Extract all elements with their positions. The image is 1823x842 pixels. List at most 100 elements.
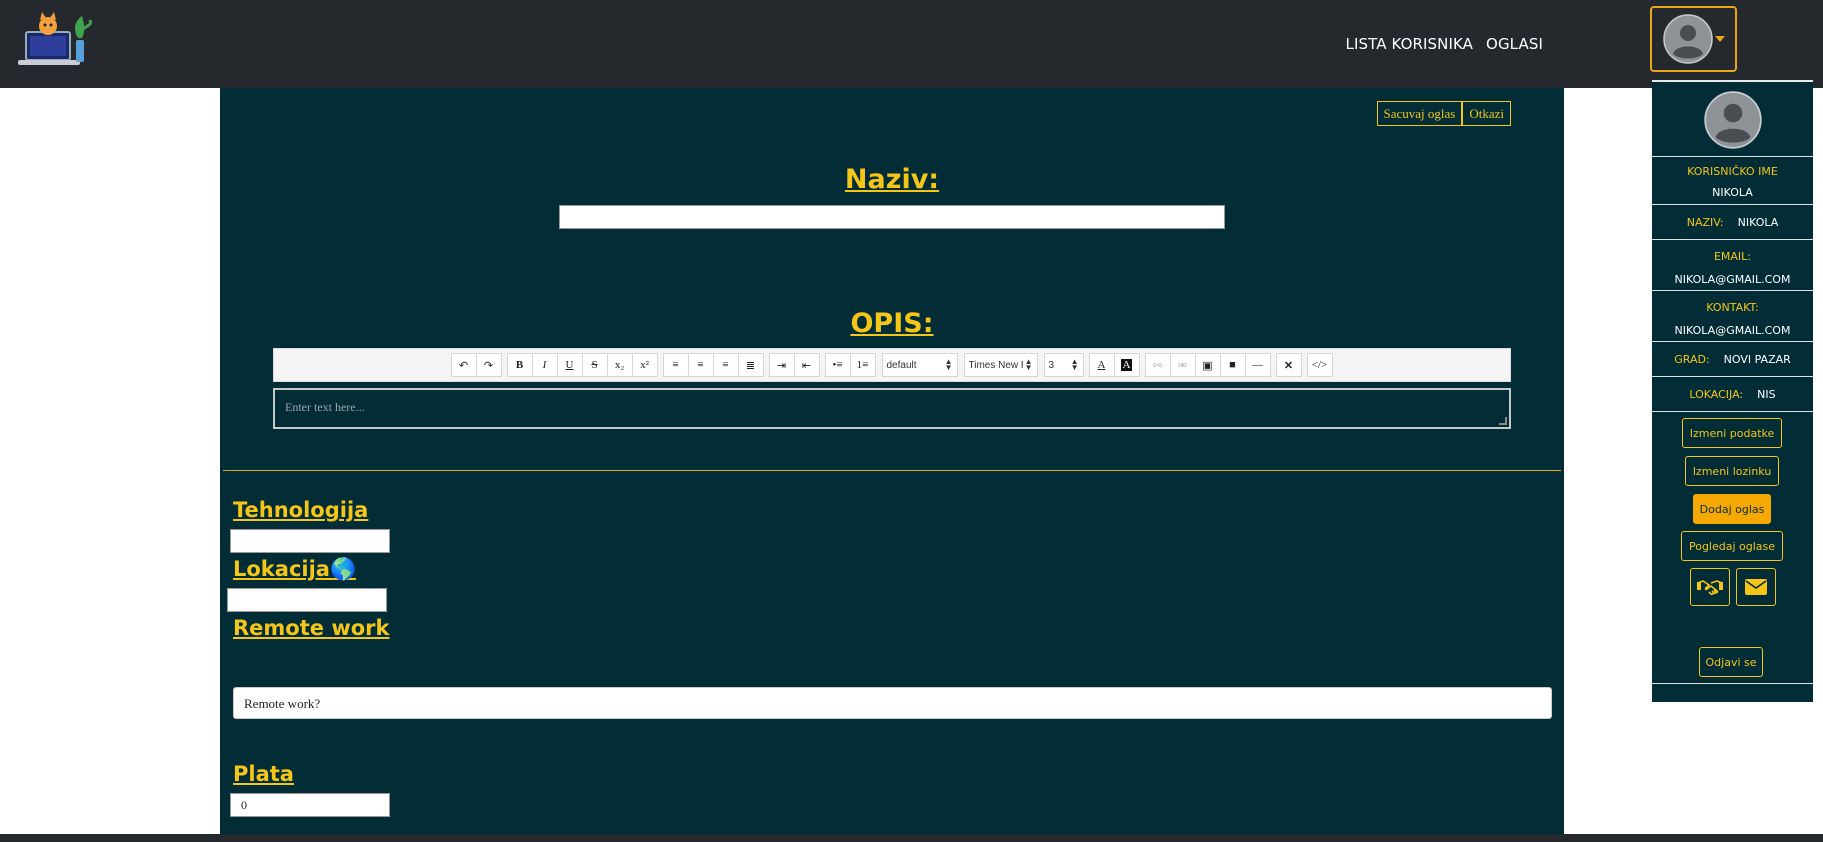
lokacija-heading: Lokacija🌎 <box>233 557 357 581</box>
grad-value: NOVI PAZAR <box>1723 352 1791 366</box>
profile-dropdown-toggle[interactable] <box>1650 6 1737 72</box>
rich-text-toolbar: ↶ ↷ B I U S x₂ x² ≡ ≡ ≡ ≣ ⇥ ⇤ •≡ 1≡ defa… <box>273 348 1511 382</box>
horizontal-rule-icon[interactable]: — <box>1244 353 1271 377</box>
top-navbar: LISTA KORISNIKA OGLASI <box>0 0 1823 88</box>
bottom-bar <box>0 834 1823 842</box>
lokacija-value: NIS <box>1757 387 1776 401</box>
message-button[interactable] <box>1736 568 1776 606</box>
profile-username-row: KORISNIČKO IME NIKOLA <box>1652 156 1813 204</box>
toolbar-list-group: •≡ 1≡ <box>824 353 876 377</box>
nav-links: LISTA KORISNIKA OGLASI <box>1346 35 1543 53</box>
handshake-icon <box>1697 580 1723 596</box>
description-editor[interactable]: Enter text here... <box>273 388 1511 429</box>
toolbar-code-group: </> <box>1306 353 1333 377</box>
undo-icon[interactable]: ↶ <box>450 353 477 377</box>
size-select-value: 3 <box>1048 359 1055 371</box>
link-icon[interactable]: ⚯ <box>1144 353 1171 377</box>
handshake-button[interactable] <box>1690 568 1730 606</box>
redo-icon[interactable]: ↷ <box>475 353 502 377</box>
subscript-icon[interactable]: x₂ <box>606 353 633 377</box>
toolbar-align-group: ≡ ≡ ≡ ≣ <box>662 353 764 377</box>
nav-link-oglasi[interactable]: OGLASI <box>1486 35 1543 53</box>
image-icon[interactable]: ▣ <box>1194 353 1221 377</box>
section-divider <box>223 470 1561 471</box>
toolbar-insert-group: ⚯ ⚮ ▣ ■ — <box>1144 353 1271 377</box>
indent-icon[interactable]: ⇥ <box>768 353 795 377</box>
username-value: NIKOLA <box>1712 186 1753 199</box>
profile-naziv-row: NAZIV: NIKOLA <box>1652 204 1813 239</box>
toolbar-indent-group: ⇥ ⇤ <box>768 353 820 377</box>
plata-input[interactable]: 0 <box>230 793 390 817</box>
code-view-icon[interactable]: </> <box>1306 353 1333 377</box>
highlight-color-icon[interactable]: A <box>1113 353 1140 377</box>
font-color-icon[interactable]: A <box>1088 353 1115 377</box>
user-avatar-icon <box>1662 14 1713 64</box>
remote-work-heading: Remote work <box>233 616 390 640</box>
resize-handle-icon[interactable] <box>1499 417 1507 425</box>
form-actions: Sacuvaj oglas Otkazi <box>1376 101 1511 126</box>
remote-work-select[interactable]: Remote work? <box>233 687 1552 719</box>
align-justify-icon[interactable]: ≣ <box>737 353 764 377</box>
add-ad-button[interactable]: Dodaj oglas <box>1693 494 1771 524</box>
plata-heading: Plata <box>233 762 294 786</box>
naziv-heading: Naziv: <box>844 164 940 195</box>
change-password-button[interactable]: Izmeni lozinku <box>1685 456 1779 486</box>
profile-email-row: EMAIL: NIKOLA@GMAIL.COM <box>1652 239 1813 290</box>
profile-kontakt-row: KONTAKT: NIKOLA@GMAIL.COM <box>1652 290 1813 341</box>
select-arrows-icon: ▲ ▼ <box>1024 357 1033 372</box>
grad-label: GRAD: <box>1674 352 1710 366</box>
bold-icon[interactable]: B <box>506 353 533 377</box>
logout-button[interactable]: Odjavi se <box>1699 647 1763 677</box>
unlink-icon[interactable]: ⚮ <box>1169 353 1196 377</box>
superscript-icon[interactable]: x² <box>631 353 658 377</box>
profile-grad-row: GRAD: NOVI PAZAR <box>1652 341 1813 376</box>
profile-lokacija-row: LOKACIJA: NIS <box>1652 376 1813 411</box>
font-select-value: Times New R <box>968 359 1023 371</box>
format-select-value: default <box>886 359 917 371</box>
editor-placeholder: Enter text here... <box>285 400 365 414</box>
toolbar-clear-group: ✕ <box>1275 353 1302 377</box>
tehnologija-input[interactable] <box>230 529 390 553</box>
select-arrows-icon: ▲ ▼ <box>944 357 953 372</box>
underline-icon[interactable]: U <box>556 353 583 377</box>
chevron-down-icon <box>1714 36 1725 42</box>
profile-bottom-divider <box>1652 683 1813 684</box>
video-icon[interactable]: ■ <box>1219 353 1246 377</box>
kontakt-label: KONTAKT: <box>1706 301 1759 314</box>
naziv-value: NIKOLA <box>1737 215 1779 229</box>
naziv-input[interactable] <box>559 205 1225 229</box>
lokacija-label: LOKACIJA: <box>1689 387 1744 401</box>
clear-format-icon[interactable]: ✕ <box>1275 353 1302 377</box>
edit-profile-button[interactable]: Izmeni podatke <box>1682 418 1782 448</box>
strikethrough-icon[interactable]: S <box>581 353 608 377</box>
format-select[interactable]: default ▲ ▼ <box>881 353 958 377</box>
save-ad-button[interactable]: Sacuvaj oglas <box>1376 101 1463 126</box>
italic-icon[interactable]: I <box>531 353 558 377</box>
align-center-icon[interactable]: ≡ <box>687 353 714 377</box>
outdent-icon[interactable]: ⇤ <box>793 353 820 377</box>
profile-divider <box>1652 411 1813 412</box>
nav-link-lista-korisnika[interactable]: LISTA KORISNIKA <box>1346 35 1474 53</box>
toolbar-style-group: B I U S x₂ x² <box>506 353 658 377</box>
align-right-icon[interactable]: ≡ <box>712 353 739 377</box>
user-avatar-icon <box>1704 91 1762 149</box>
bullet-list-icon[interactable]: •≡ <box>824 353 851 377</box>
cancel-button[interactable]: Otkazi <box>1462 101 1511 126</box>
email-value: NIKOLA@GMAIL.COM <box>1674 273 1791 286</box>
size-select[interactable]: 3 ▲ ▼ <box>1043 353 1084 377</box>
toolbar-color-group: A A <box>1088 353 1140 377</box>
font-select[interactable]: Times New R ▲ ▼ <box>963 353 1038 377</box>
toolbar-history-group: ↶ ↷ <box>450 353 502 377</box>
kontakt-value: NIKOLA@GMAIL.COM <box>1674 324 1791 337</box>
select-arrows-icon: ▲ ▼ <box>1070 357 1079 372</box>
align-left-icon[interactable]: ≡ <box>662 353 689 377</box>
view-ads-button[interactable]: Pogledaj oglase <box>1681 531 1783 561</box>
envelope-icon <box>1745 579 1767 595</box>
ad-form-panel: Sacuvaj oglas Otkazi Naziv: OPIS: ↶ ↷ B … <box>220 88 1564 834</box>
app-logo[interactable] <box>12 10 94 72</box>
numbered-list-icon[interactable]: 1≡ <box>849 353 876 377</box>
opis-heading: OPIS: <box>850 308 934 339</box>
tehnologija-heading: Tehnologija <box>233 498 369 522</box>
naziv-label: NAZIV: <box>1686 215 1724 229</box>
lokacija-input[interactable] <box>227 588 387 612</box>
